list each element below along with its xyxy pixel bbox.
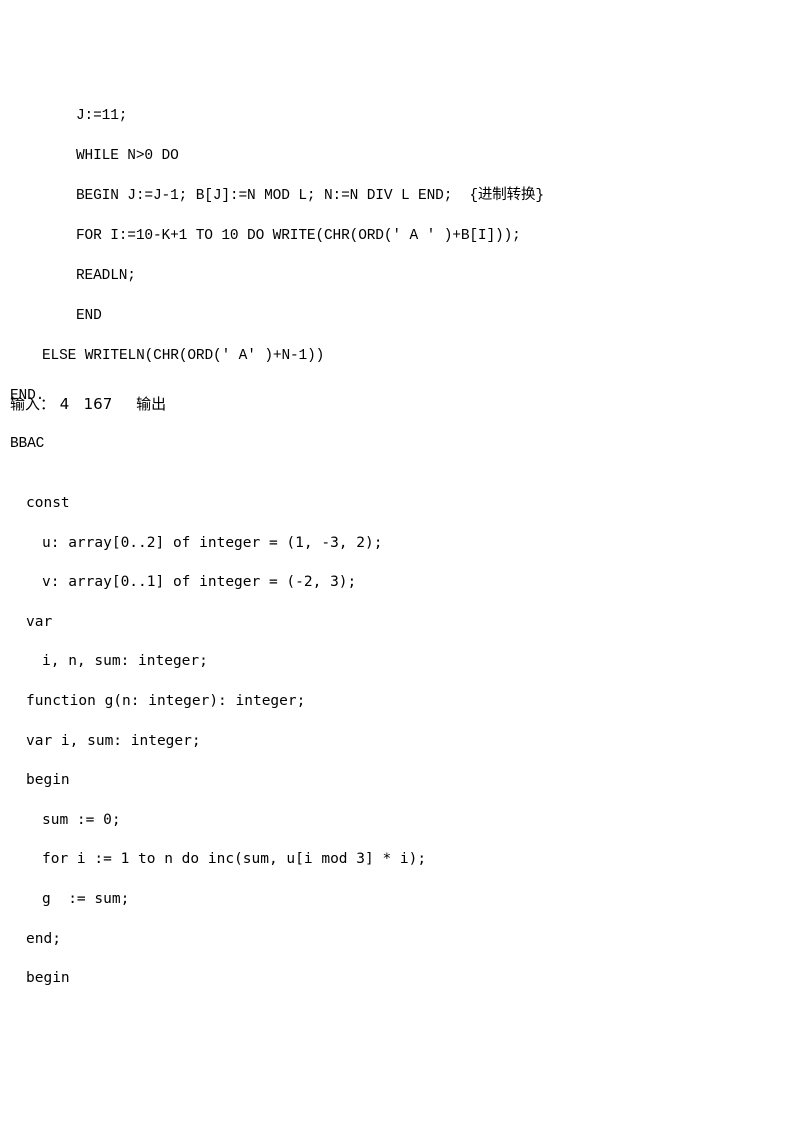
code-line: J:=11; xyxy=(76,108,128,124)
code-line: v: array[0..1] of integer = (-2, 3); xyxy=(42,574,357,591)
code-line: begin xyxy=(26,970,70,987)
code-line: ELSE WRITELN(CHR(ORD(' A' )+N-1)) xyxy=(42,348,325,364)
io-result-line: BBAC xyxy=(10,436,45,452)
document-page: J:=11; WHILE N>0 DO BEGIN J:=J-1; B[J]:=… xyxy=(0,0,794,1123)
code-line: begin xyxy=(26,772,70,789)
code-line: end; xyxy=(26,930,61,947)
code-listing-upper: J:=11; WHILE N>0 DO BEGIN J:=J-1; B[J]:=… xyxy=(0,96,794,416)
io-section: 输入： 4 167 输出 BBAC xyxy=(0,384,794,464)
code-line: BEGIN J:=J-1; B[J]:=N MOD L; N:=N DIV L … xyxy=(76,188,544,204)
code-line: var xyxy=(26,613,53,630)
code-line: const xyxy=(26,495,70,511)
code-line: u: array[0..2] of integer = (1, -3, 2); xyxy=(42,534,383,551)
code-line: function g(n: integer): integer; xyxy=(26,692,306,709)
code-line: WHILE N>0 DO xyxy=(76,148,179,164)
code-line: READLN; xyxy=(76,268,136,284)
code-line: END xyxy=(76,308,102,324)
code-line: g := sum; xyxy=(42,890,130,907)
code-line: FOR I:=10-K+1 TO 10 DO WRITE(CHR(ORD(' A… xyxy=(76,228,521,244)
code-line: var i, sum: integer; xyxy=(26,732,201,749)
code-line: i, n, sum: integer; xyxy=(42,653,208,670)
io-sample-line: 输入： 4 167 输出 xyxy=(10,395,167,413)
code-line: sum := 0; xyxy=(42,811,121,828)
code-listing-lower: const u: array[0..2] of integer = (1, -3… xyxy=(0,484,794,999)
code-line: for i := 1 to n do inc(sum, u[i mod 3] *… xyxy=(42,851,427,868)
